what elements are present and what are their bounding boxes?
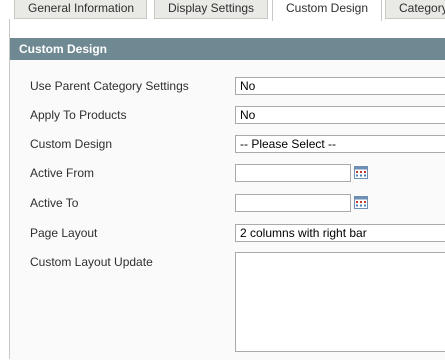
page-layout-label: Page Layout — [30, 226, 98, 240]
active-from-label: Active From — [30, 166, 95, 180]
layout-update-textarea[interactable] — [235, 252, 445, 352]
section-title: Custom Design — [19, 42, 108, 56]
apply-products-select[interactable]: No — [235, 106, 445, 124]
tab-custom-design[interactable]: Custom Design — [272, 0, 382, 21]
apply-products-label: Apply To Products — [30, 108, 127, 122]
calendar-icon[interactable] — [354, 166, 368, 179]
page-layout-select[interactable]: 2 columns with right bar — [235, 224, 445, 242]
tab-category[interactable]: Category — [385, 0, 445, 19]
active-to-label: Active To — [30, 196, 79, 210]
layout-update-label: Custom Layout Update — [30, 255, 153, 269]
section-header: Custom Design — [10, 38, 445, 60]
tab-display-settings[interactable]: Display Settings — [154, 0, 268, 19]
active-from-input[interactable] — [235, 164, 351, 182]
tab-bar: General Information Display Settings Cus… — [0, 0, 445, 21]
use-parent-label: Use Parent Category Settings — [30, 79, 189, 93]
custom-design-select[interactable]: -- Please Select -- — [235, 135, 445, 153]
tab-general-information[interactable]: General Information — [14, 0, 147, 19]
use-parent-select[interactable]: No — [235, 77, 445, 95]
calendar-icon[interactable] — [354, 196, 368, 209]
custom-design-label: Custom Design — [30, 137, 113, 151]
active-to-input[interactable] — [235, 194, 351, 212]
